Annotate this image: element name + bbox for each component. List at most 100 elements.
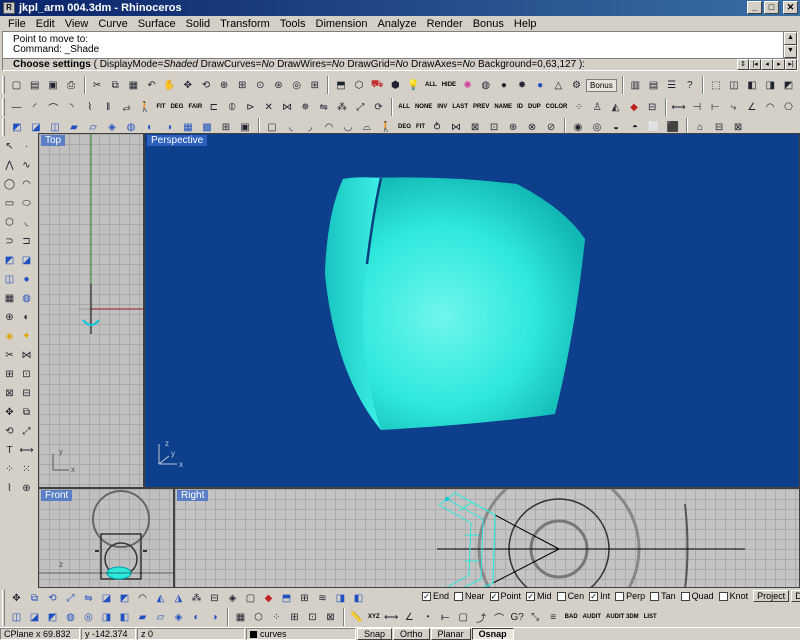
select-arrow-icon[interactable]: ↖ bbox=[1, 137, 18, 156]
option-background[interactable]: Background=0,63,127 bbox=[478, 59, 576, 70]
rotate-obj-icon[interactable]: ⟲ bbox=[44, 590, 61, 607]
dimension-angle-icon[interactable]: ∠ bbox=[743, 98, 760, 116]
move-view-icon[interactable]: ✥ bbox=[179, 76, 196, 94]
ellipse-icon[interactable]: ⬭ bbox=[18, 194, 35, 213]
show-icon[interactable]: 💡 bbox=[405, 76, 422, 94]
rhino-app-icon[interactable]: R bbox=[3, 2, 15, 14]
toolbar-grip[interactable] bbox=[2, 608, 5, 626]
osnap-tan-checkbox[interactable] bbox=[650, 591, 660, 601]
undo-icon[interactable]: ↶ bbox=[143, 76, 160, 94]
next-icon[interactable]: ▸ bbox=[773, 59, 785, 70]
points-on-icon[interactable]: ◈ bbox=[1, 327, 18, 346]
render-icon[interactable]: ✸ bbox=[513, 76, 530, 94]
array-obj-icon[interactable]: ⁂ bbox=[188, 590, 205, 607]
split-icon[interactable]: ⋈ bbox=[278, 98, 295, 116]
orient-icon[interactable]: ◪ bbox=[98, 590, 115, 607]
select-curves-icon[interactable]: ◭ bbox=[607, 98, 624, 116]
osnap-tan[interactable]: Tan bbox=[650, 591, 676, 601]
fair-button[interactable]: FAIR bbox=[186, 98, 204, 116]
prev-icon[interactable]: ◂ bbox=[761, 59, 773, 70]
view-tool-icon[interactable]: ⊕ bbox=[18, 479, 35, 498]
viewport-perspective[interactable]: z y x Perspective bbox=[144, 133, 800, 488]
viewport-title-front[interactable]: Front bbox=[41, 490, 73, 501]
mesh-tool-icon[interactable]: ▦ bbox=[1, 289, 18, 308]
distance-icon[interactable]: ⟷ bbox=[383, 609, 400, 626]
zoom-extents-icon[interactable]: ⊙ bbox=[252, 76, 269, 94]
align-icon[interactable]: ⊟ bbox=[206, 590, 223, 607]
annotation-icon[interactable]: ⎔ bbox=[780, 98, 797, 116]
select-color-button[interactable]: COLOR bbox=[544, 98, 570, 116]
shaded-box-icon[interactable]: ◧ bbox=[744, 76, 761, 94]
text-leader-icon[interactable]: ⤷ bbox=[725, 98, 742, 116]
solid-pipe-icon[interactable]: ◧ bbox=[116, 609, 133, 626]
render-preview-icon[interactable]: ⚙ bbox=[568, 76, 585, 94]
zebra-icon[interactable]: ≡ bbox=[545, 609, 562, 626]
properties-icon[interactable]: ▥ bbox=[627, 76, 644, 94]
smash-icon[interactable]: ◈ bbox=[224, 590, 241, 607]
taper-icon[interactable]: ◭ bbox=[152, 590, 169, 607]
revolve-tool-icon[interactable]: ◍ bbox=[18, 289, 35, 308]
menu-transform[interactable]: Transform bbox=[215, 18, 275, 30]
option-drawaxes[interactable]: DrawAxes=No bbox=[411, 59, 475, 70]
extrude-icon[interactable]: ◨ bbox=[762, 76, 779, 94]
osnap-near[interactable]: Near bbox=[454, 591, 485, 601]
solid-tube-icon[interactable]: ◨ bbox=[98, 609, 115, 626]
point-icon[interactable]: · bbox=[18, 137, 35, 156]
bend-icon[interactable]: ◩ bbox=[780, 76, 797, 94]
solid-shell-icon[interactable]: ◈ bbox=[170, 609, 187, 626]
hide-button[interactable]: HIDE bbox=[440, 76, 458, 94]
toolbar-grip[interactable] bbox=[2, 118, 5, 136]
toolbar-grip[interactable] bbox=[2, 589, 5, 608]
audit-button[interactable]: AUDIT bbox=[581, 608, 603, 626]
select-last-button[interactable]: LAST bbox=[450, 98, 470, 116]
command-prompt[interactable]: Choose settings ( DisplayMode=Shaded Dra… bbox=[3, 58, 797, 70]
select-dup-button[interactable]: DUP bbox=[526, 98, 543, 116]
mirror-obj-icon[interactable]: ⇋ bbox=[80, 590, 97, 607]
dimension-radius-icon[interactable]: ⊢ bbox=[707, 98, 724, 116]
section-icon[interactable]: ◨ bbox=[332, 590, 349, 607]
material-icon[interactable]: ◍ bbox=[477, 76, 494, 94]
analyze-tool-icon[interactable]: ⁘ bbox=[1, 460, 18, 479]
scale-obj-icon[interactable]: ⤢ bbox=[62, 590, 79, 607]
length-icon[interactable]: ⟝ bbox=[437, 609, 454, 626]
osnap-perp[interactable]: Perp bbox=[615, 591, 645, 601]
copy-obj-icon[interactable]: ⧉ bbox=[26, 590, 43, 607]
pull-icon[interactable]: ⬒ bbox=[278, 590, 295, 607]
mesh-icon[interactable]: ▦ bbox=[232, 609, 249, 626]
rebuild-icon[interactable]: ⥄ bbox=[118, 98, 135, 116]
xyz-button[interactable]: XYZ bbox=[366, 608, 382, 626]
option-drawwires[interactable]: DrawWires=No bbox=[277, 59, 345, 70]
area-icon[interactable]: ▢ bbox=[455, 609, 472, 626]
osnap-point-checkbox[interactable]: ✓ bbox=[489, 591, 499, 601]
trim-icon[interactable]: ✕ bbox=[260, 98, 277, 116]
scale-tool-icon[interactable]: ⤢ bbox=[18, 422, 35, 441]
viewport-right[interactable]: Right bbox=[174, 488, 800, 588]
mesh-reduce-icon[interactable]: ⁘ bbox=[268, 609, 285, 626]
osnap-quad[interactable]: Quad bbox=[680, 591, 714, 601]
solid-fillet-icon[interactable]: ◐ bbox=[188, 609, 205, 626]
match-icon[interactable]: ⊏ bbox=[205, 98, 222, 116]
dimension-tool-icon[interactable]: ⟷ bbox=[18, 441, 35, 460]
silhouette-icon[interactable]: ◧ bbox=[350, 590, 367, 607]
list-button[interactable]: LIST bbox=[642, 608, 659, 626]
solid-extrude-icon[interactable]: ▰ bbox=[134, 609, 151, 626]
fillet-curve-icon[interactable]: ◝ bbox=[63, 98, 80, 116]
command-scrollbar[interactable]: ▲ ▼ bbox=[783, 32, 797, 58]
ruler-icon[interactable]: 📏 bbox=[348, 609, 365, 626]
solid-torus-icon[interactable]: ◎ bbox=[80, 609, 97, 626]
project-icon[interactable]: ◆ bbox=[260, 590, 277, 607]
osnap-int-checkbox[interactable]: ✓ bbox=[589, 591, 599, 601]
dimension-icon[interactable]: ⟷ bbox=[670, 98, 687, 116]
bend-obj-icon[interactable]: ◠ bbox=[134, 590, 151, 607]
deviation-icon[interactable]: ⤡ bbox=[527, 609, 544, 626]
osnap-end[interactable]: ✓ End bbox=[422, 591, 449, 601]
render-sphere-icon[interactable]: ● bbox=[532, 76, 549, 94]
osnap-disable-button[interactable]: Disable bbox=[791, 590, 800, 602]
array-icon[interactable]: ⁂ bbox=[333, 98, 350, 116]
mirror-icon[interactable]: ⇋ bbox=[315, 98, 332, 116]
viewport-title-perspective[interactable]: Perspective bbox=[147, 135, 208, 146]
osnap-int[interactable]: ✓ Int bbox=[589, 591, 610, 601]
curve-icon[interactable]: ⌒ bbox=[45, 98, 62, 116]
contour-icon[interactable]: ≋ bbox=[314, 590, 331, 607]
edit-points-icon[interactable]: ✦ bbox=[18, 327, 35, 346]
